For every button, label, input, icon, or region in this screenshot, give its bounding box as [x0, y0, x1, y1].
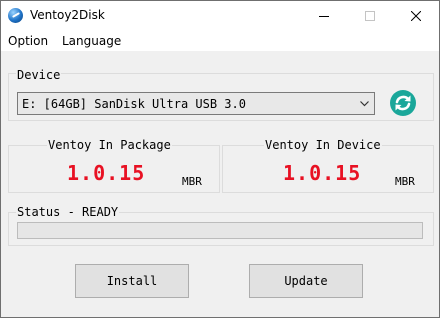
update-button[interactable]: Update — [249, 264, 363, 298]
device-select[interactable]: E: [64GB] SanDisk Ultra USB 3.0 — [17, 92, 375, 115]
refresh-icon — [390, 90, 416, 116]
title-bar[interactable]: Ventoy2Disk — [1, 1, 439, 31]
minimize-button[interactable] — [301, 1, 347, 31]
device-group-label: Device — [16, 68, 62, 82]
refresh-button[interactable] — [389, 89, 417, 117]
device-partition-style: MBR — [395, 175, 415, 188]
install-button[interactable]: Install — [75, 264, 189, 298]
package-version-label: Ventoy In Package — [47, 138, 172, 152]
maximize-icon — [365, 11, 375, 21]
maximize-button[interactable] — [347, 1, 393, 31]
close-button[interactable] — [393, 1, 439, 31]
package-partition-style: MBR — [182, 175, 202, 188]
package-version-value: 1.0.15 — [67, 161, 146, 185]
app-window: Ventoy2Disk Option Language Device E: [6… — [0, 0, 440, 318]
menu-option[interactable]: Option — [8, 34, 48, 49]
progress-bar — [17, 222, 423, 239]
device-select-value: E: [64GB] SanDisk Ultra USB 3.0 — [22, 97, 246, 111]
menu-bar: Option Language — [1, 31, 439, 51]
device-version-value: 1.0.15 — [283, 161, 362, 185]
close-icon — [411, 11, 421, 21]
device-version-label: Ventoy In Device — [264, 138, 382, 152]
menu-language[interactable]: Language — [62, 34, 121, 49]
chevron-down-icon — [360, 101, 369, 107]
minimize-icon — [319, 16, 329, 17]
ventoy-app-icon — [8, 8, 23, 23]
window-title: Ventoy2Disk — [30, 8, 105, 22]
status-label: Status - READY — [16, 205, 120, 219]
